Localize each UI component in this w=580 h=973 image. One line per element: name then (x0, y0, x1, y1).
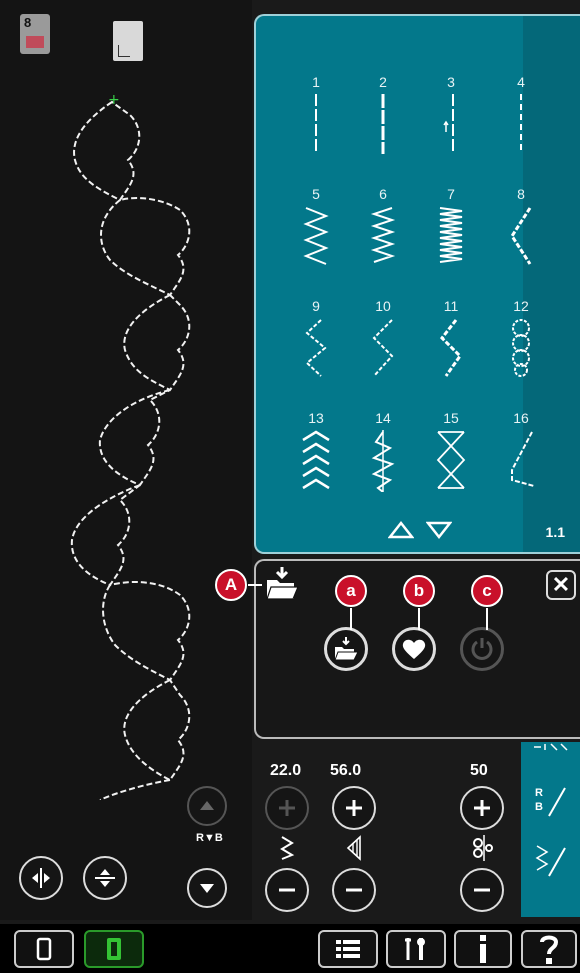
svg-text:+: + (108, 92, 120, 108)
callout-b: b (403, 575, 435, 607)
callout-line-c (486, 608, 488, 630)
stitch-width-minus-button[interactable] (265, 868, 309, 912)
stitch-number: 1 (312, 74, 320, 90)
stitch-7[interactable]: 7 (421, 186, 481, 286)
sewing-mode-button[interactable] (14, 930, 74, 968)
svg-text:R: R (535, 787, 543, 799)
info-icon (480, 935, 486, 963)
stitch-length-minus-button[interactable] (332, 868, 376, 912)
stitch-menu-panel: 1 2 3 4 5 6 7 8 9 10 11 12 13 14 15 16 1… (254, 14, 580, 554)
stitch-number: 15 (443, 410, 459, 426)
balance-up-button[interactable] (187, 786, 227, 826)
embroidery-mode-button[interactable] (84, 930, 144, 968)
close-icon: ✕ (551, 572, 571, 597)
stitch-width-value: 22.0 (270, 762, 302, 779)
callout-a: a (335, 575, 367, 607)
stitch-10[interactable]: 10 (353, 298, 413, 398)
heart-stitch-preview: + (70, 92, 191, 800)
tension-minus-button[interactable] (460, 868, 504, 912)
stitch-number: 4 (517, 74, 525, 90)
stitch-16[interactable]: 16 (491, 410, 551, 510)
stitch-number: 7 (447, 186, 455, 202)
tension-value: 50 (470, 762, 488, 779)
balance-stitch-icon[interactable]: RB (535, 782, 569, 818)
stitch-1[interactable]: 1 (286, 74, 346, 174)
callout-line-A (248, 584, 262, 586)
stitch-width-plus-button[interactable] (265, 786, 309, 830)
stitch-13[interactable]: 13 (286, 410, 346, 510)
power-icon (471, 638, 493, 660)
balance-down-button[interactable] (187, 868, 227, 908)
heart-icon (402, 639, 426, 659)
mirror-side-button[interactable] (19, 856, 63, 900)
stitch-number: 6 (379, 186, 387, 202)
settings-button[interactable] (386, 930, 446, 968)
sewing-mode-icon (36, 937, 52, 961)
embroidery-mode-icon (107, 938, 121, 960)
menu-list-icon (336, 940, 360, 958)
stitch-number: 3 (447, 74, 455, 90)
stitch-width-icon (280, 836, 295, 860)
load-from-folder-icon (334, 637, 359, 661)
bottom-toolbar (0, 924, 580, 973)
stitch-15[interactable]: 15 (421, 410, 481, 510)
presser-foot-number: 8 (24, 15, 32, 30)
info-button[interactable] (454, 930, 512, 968)
stitch-number: 13 (308, 410, 324, 426)
load-folder-icon[interactable] (264, 566, 300, 602)
stitch-number: 12 (513, 298, 529, 314)
page-indicator: 1.1 (545, 524, 565, 540)
mirror-end-button[interactable] (83, 856, 127, 900)
menu-list-button[interactable] (318, 930, 378, 968)
stitch-length-value: 56.0 (330, 762, 362, 779)
sensor-icon (534, 743, 568, 751)
balance-icon: R▼B (196, 832, 223, 844)
page-icon[interactable] (113, 21, 143, 61)
right-tool-strip: RB (521, 742, 580, 917)
stitch-number: 14 (375, 410, 391, 426)
stitch-number: 8 (517, 186, 525, 202)
tension-plus-button[interactable] (460, 786, 504, 830)
scroll-up-arrow-icon[interactable] (388, 520, 414, 540)
stitch-number: 10 (375, 298, 391, 314)
svg-text:B: B (535, 801, 543, 813)
stitch-3[interactable]: 3 (421, 74, 481, 174)
help-icon (540, 935, 559, 964)
stitch-4[interactable]: 4 (491, 74, 551, 174)
stitch-5[interactable]: 5 (286, 186, 346, 286)
load-from-folder-button[interactable] (324, 627, 368, 671)
callout-line-a (350, 608, 352, 630)
stitch-number: 2 (379, 74, 387, 90)
stitch-6[interactable]: 6 (353, 186, 413, 286)
stitch-2[interactable]: 2 (353, 74, 413, 174)
stitch-number: 5 (312, 186, 320, 202)
power-button[interactable] (460, 627, 504, 671)
stitch-number: 16 (513, 410, 529, 426)
stitch-preview-area: 8 + R▼B (0, 0, 252, 920)
stitch-program-icon[interactable] (535, 842, 569, 878)
stitch-length-icon (346, 835, 361, 861)
callout-A: A (215, 569, 247, 601)
tools-icon (405, 938, 425, 960)
scroll-down-arrow-icon[interactable] (426, 520, 452, 540)
thread-tension-icon (473, 835, 493, 861)
close-button[interactable]: ✕ (546, 570, 576, 600)
presser-foot-icon[interactable]: 8 (20, 14, 50, 54)
callout-c: c (471, 575, 503, 607)
stitch-number: 11 (443, 298, 459, 314)
stitch-number: 9 (312, 298, 320, 314)
help-button[interactable] (521, 930, 577, 968)
stitch-11[interactable]: 11 (421, 298, 481, 398)
stitch-14[interactable]: 14 (353, 410, 413, 510)
callout-line-b (418, 608, 420, 630)
favorites-button[interactable] (392, 627, 436, 671)
stitch-length-plus-button[interactable] (332, 786, 376, 830)
stitch-12[interactable]: 12 (491, 298, 551, 398)
stitch-9[interactable]: 9 (286, 298, 346, 398)
stitch-8[interactable]: 8 (491, 186, 551, 286)
